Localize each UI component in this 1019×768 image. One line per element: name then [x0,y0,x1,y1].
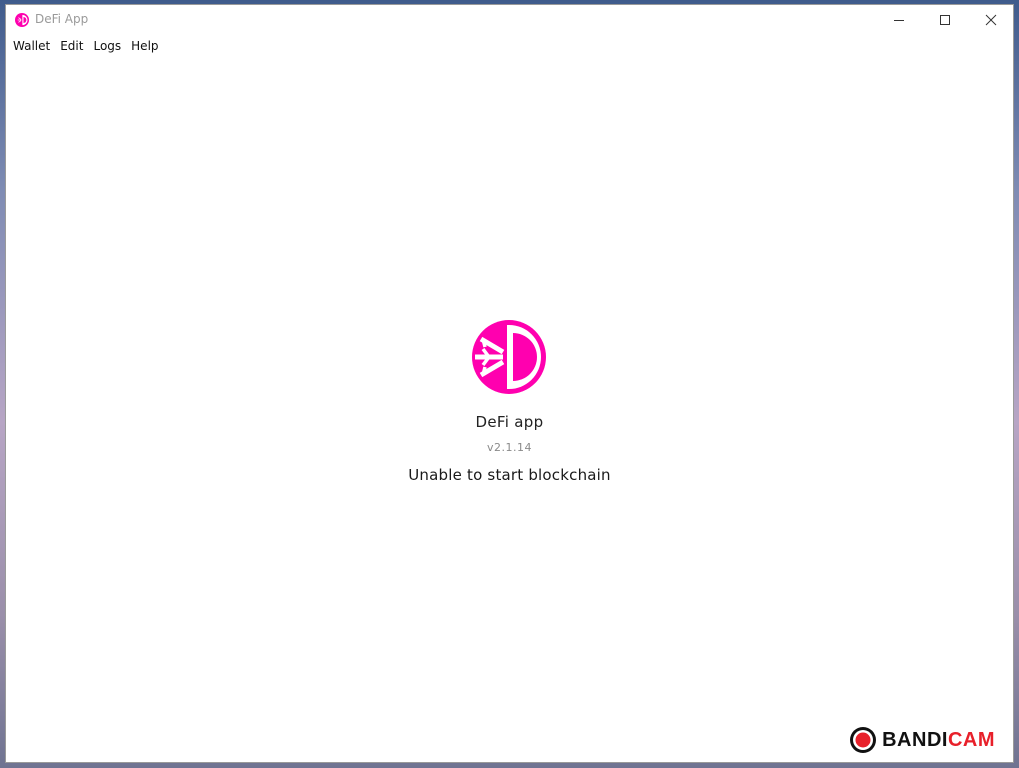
defi-logo-icon [15,13,29,27]
defi-logo-icon [472,320,546,394]
splash-content: DeFi app v2.1.14 Unable to start blockch… [6,319,1013,484]
menu-wallet[interactable]: Wallet [8,35,55,57]
minimize-button[interactable] [876,5,922,35]
menu-bar: Wallet Edit Logs Help [6,35,1013,57]
minimize-icon [894,20,904,21]
bandicam-watermark: BANDICAM [845,724,999,756]
record-icon [850,727,877,753]
close-icon [985,14,997,26]
maximize-icon [940,15,950,25]
menu-edit[interactable]: Edit [55,35,88,57]
maximize-button[interactable] [922,5,968,35]
app-window: DeFi App Wallet Edit Logs Help DeFi app … [5,4,1014,763]
close-button[interactable] [968,5,1014,35]
window-title: DeFi App [35,12,89,26]
app-version: v2.1.14 [487,441,532,454]
title-bar[interactable]: DeFi App [6,5,1013,35]
menu-logs[interactable]: Logs [88,35,126,57]
app-name: DeFi app [475,413,544,431]
status-message: Unable to start blockchain [408,466,611,484]
watermark-text: BANDICAM [882,728,995,751]
menu-help[interactable]: Help [126,35,163,57]
